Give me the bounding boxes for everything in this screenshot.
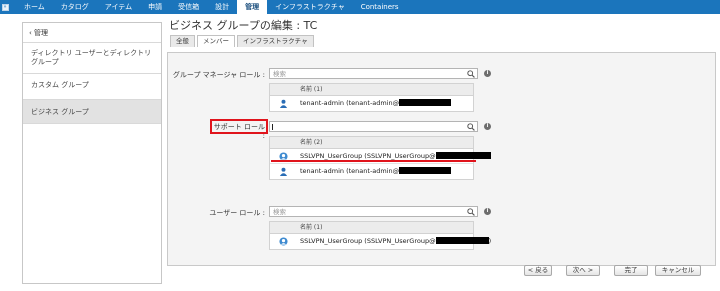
page-title: ビジネス グループの編集 : TC <box>169 19 318 32</box>
table-row[interactable]: tenant-admin (tenant-admin@ <box>270 96 473 111</box>
cancel-button[interactable]: キャンセル <box>655 265 701 276</box>
redacted-block <box>435 237 489 244</box>
support-role-table: 名前 (2) SSLVPN_UserGroup (SSLVPN_UserGrou… <box>269 136 491 180</box>
user-icon <box>279 167 288 176</box>
search-icon[interactable] <box>467 208 475 216</box>
sidebar-item-business-groups[interactable]: ビジネス グループ <box>23 100 161 124</box>
nav-home[interactable]: ホーム <box>16 0 53 14</box>
selection-underline <box>271 160 476 162</box>
group-manager-search-input[interactable]: 検索 <box>269 68 478 79</box>
nav-administration[interactable]: 管理 <box>237 0 268 14</box>
sidebar-item-directory-users[interactable]: ディレクトリ ユーザーとディレクトリ グループ <box>23 43 161 74</box>
info-icon[interactable]: i <box>484 70 491 77</box>
redacted-block <box>399 99 452 106</box>
sidebar-back-link[interactable]: ‹ 管理 <box>23 23 161 43</box>
search-placeholder: 検索 <box>273 70 286 78</box>
nav-items[interactable]: アイテム <box>97 0 140 14</box>
main-content: ビジネス グループの編集 : TC 全般 メンバー インフラストラクチャ グルー… <box>167 17 716 287</box>
member-name: tenant-admin (tenant-admin@ <box>300 99 400 107</box>
nav-containers[interactable]: Containers <box>353 0 407 14</box>
member-name: SSLVPN_UserGroup (SSLVPN_UserGroup@ <box>300 152 436 160</box>
members-panel: グループ マネージャ ロール : 検索 i 名前 (1) tenant-admi… <box>167 52 716 266</box>
search-icon[interactable] <box>467 70 475 78</box>
nav-infrastructure[interactable]: インフラストラクチャ <box>267 0 353 14</box>
column-header-name: 名前 (1) <box>270 222 473 234</box>
tab-general[interactable]: 全般 <box>170 35 195 47</box>
info-icon[interactable]: i <box>484 123 491 130</box>
nav-catalog[interactable]: カタログ <box>53 0 97 14</box>
member-name-suffix: ) <box>488 237 492 245</box>
table-row[interactable]: tenant-admin (tenant-admin@ <box>270 164 473 179</box>
user-icon <box>279 99 288 108</box>
info-icon[interactable]: i <box>484 208 491 215</box>
tab-infrastructure[interactable]: インフラストラクチャ <box>237 35 314 47</box>
tab-bar: 全般 メンバー インフラストラクチャ <box>167 35 716 47</box>
search-icon[interactable] <box>467 123 475 131</box>
sidebar-item-custom-groups[interactable]: カスタム グループ <box>23 74 161 100</box>
user-role-search-input[interactable]: 検索 <box>269 206 478 217</box>
sidebar: ‹ 管理 ディレクトリ ユーザーとディレクトリ グループ カスタム グループ ビ… <box>22 22 162 284</box>
user-role-table: 名前 (1) SSLVPN_UserGroup (SSLVPN_UserGrou… <box>269 221 491 250</box>
back-button[interactable]: < 戻る <box>524 265 552 276</box>
member-name: tenant-admin (tenant-admin@ <box>300 167 400 175</box>
text-cursor <box>272 124 273 130</box>
finish-button[interactable]: 完了 <box>614 265 648 276</box>
redacted-block <box>399 167 452 174</box>
support-role-label: サポート ロール : <box>213 123 265 140</box>
group-manager-table: 名前 (1) tenant-admin (tenant-admin@ <box>269 83 474 112</box>
tab-members[interactable]: メンバー <box>197 35 235 47</box>
user-role-label: ユーザー ロール : <box>209 209 265 217</box>
redacted-block <box>435 152 491 159</box>
member-name: SSLVPN_UserGroup (SSLVPN_UserGroup@ <box>300 237 436 245</box>
app-menu-icon[interactable]: » <box>0 0 10 14</box>
nav-inbox[interactable]: 受信箱 <box>170 0 207 14</box>
table-row[interactable]: SSLVPN_UserGroup (SSLVPN_UserGroup@) <box>270 234 491 249</box>
group-icon <box>279 237 288 246</box>
top-nav-bar: » ホーム カタログ アイテム 申請 受信箱 設計 管理 インフラストラクチャ … <box>0 0 720 14</box>
search-placeholder: 検索 <box>273 208 286 216</box>
next-button[interactable]: 次へ > <box>566 265 600 276</box>
support-role-search-input[interactable] <box>269 121 478 132</box>
column-header-name: 名前 (1) <box>270 84 473 96</box>
nav-requests[interactable]: 申請 <box>140 0 170 14</box>
group-manager-role-label: グループ マネージャ ロール : <box>172 71 265 79</box>
column-header-name: 名前 (2) <box>270 137 473 149</box>
nav-design[interactable]: 設計 <box>207 0 237 14</box>
